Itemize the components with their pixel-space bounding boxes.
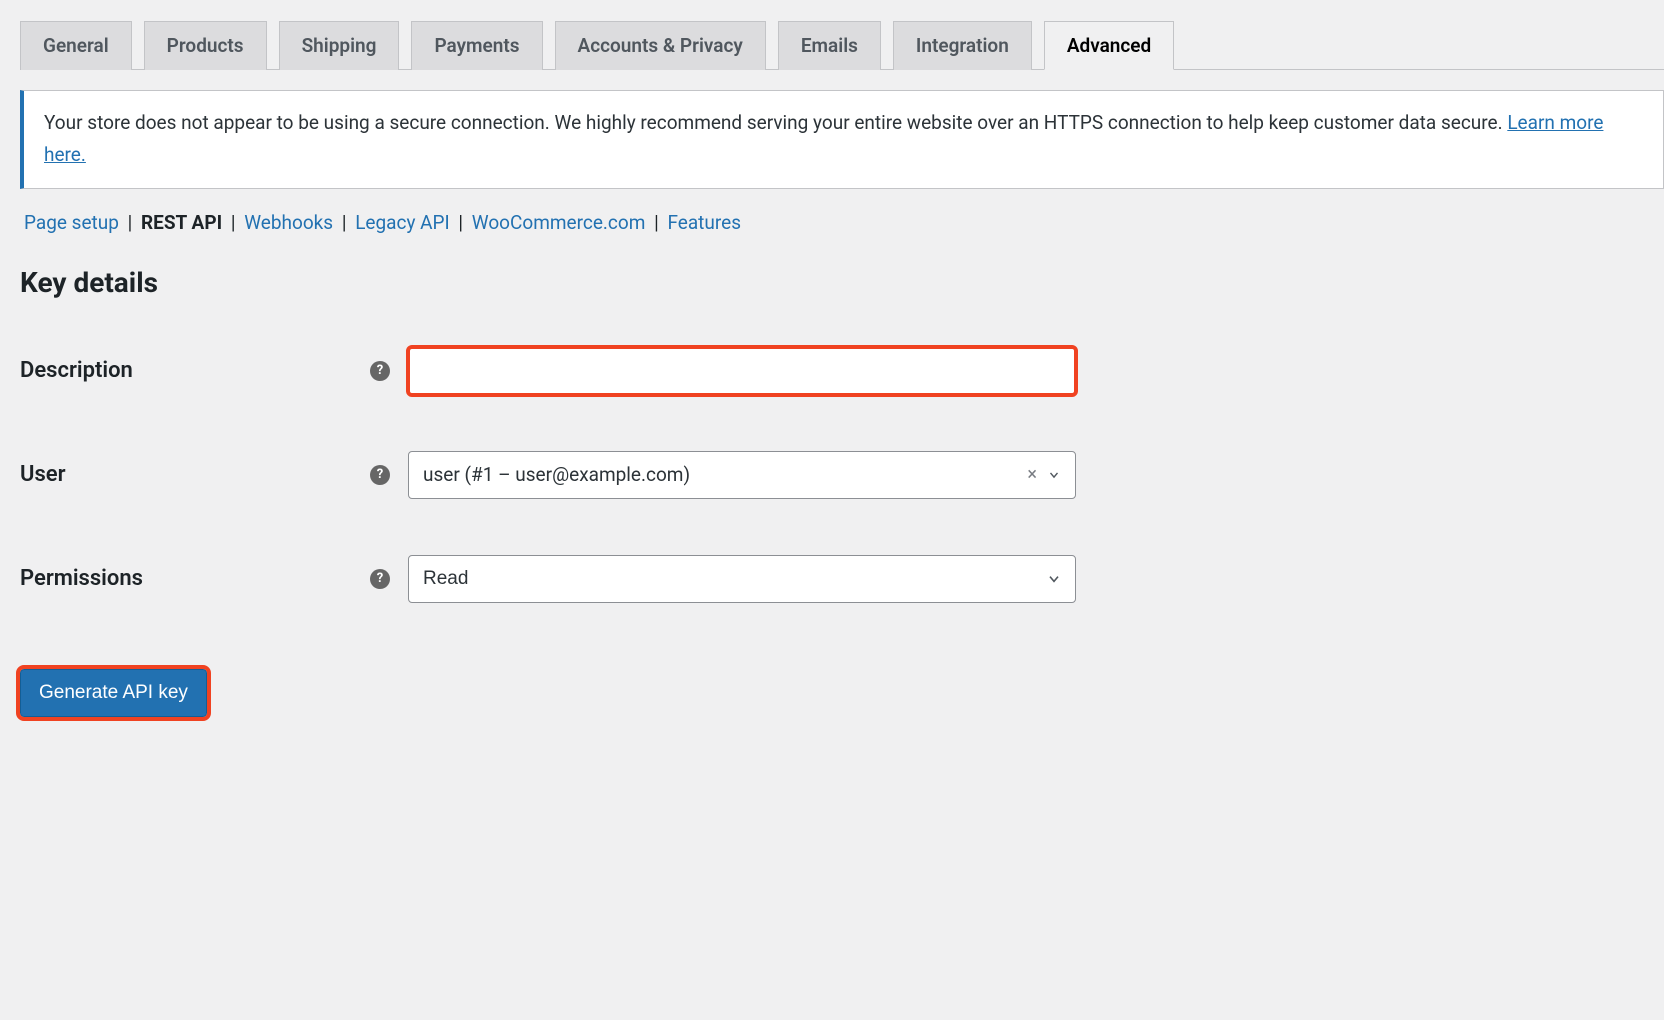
close-icon[interactable]: ×	[1027, 464, 1037, 485]
tab-integration[interactable]: Integration	[893, 21, 1032, 70]
subnav-legacy-api[interactable]: Legacy API	[355, 211, 450, 234]
notice-text: Your store does not appear to be using a…	[44, 111, 1507, 134]
subnav-rest-api[interactable]: REST API	[141, 211, 222, 234]
chevron-down-icon	[1047, 468, 1061, 482]
user-select[interactable]: user (#1 – user@example.com) ×	[408, 451, 1076, 499]
ssl-notice: Your store does not appear to be using a…	[20, 90, 1664, 189]
tab-advanced[interactable]: Advanced	[1044, 21, 1174, 70]
user-select-value: user (#1 – user@example.com)	[423, 463, 690, 486]
help-icon[interactable]: ?	[370, 569, 390, 589]
settings-tabs: General Products Shipping Payments Accou…	[20, 20, 1664, 70]
subnav-page-setup[interactable]: Page setup	[24, 211, 119, 234]
section-title: Key details	[20, 266, 1664, 299]
advanced-subnav: Page setup | REST API | Webhooks | Legac…	[24, 211, 1664, 234]
permissions-label: Permissions	[20, 566, 370, 591]
subnav-woocommerce-com[interactable]: WooCommerce.com	[472, 211, 646, 234]
tab-payments[interactable]: Payments	[411, 21, 542, 70]
permissions-select[interactable]: Read	[408, 555, 1076, 603]
tab-accounts-privacy[interactable]: Accounts & Privacy	[555, 21, 766, 70]
tab-shipping[interactable]: Shipping	[279, 21, 400, 70]
tab-products[interactable]: Products	[144, 21, 267, 70]
generate-api-key-button[interactable]: Generate API key	[20, 669, 207, 717]
help-icon[interactable]: ?	[370, 465, 390, 485]
help-icon[interactable]: ?	[370, 361, 390, 381]
description-input[interactable]	[408, 347, 1076, 395]
tab-general[interactable]: General	[20, 21, 132, 70]
subnav-webhooks[interactable]: Webhooks	[244, 211, 333, 234]
tab-emails[interactable]: Emails	[778, 21, 881, 70]
subnav-features[interactable]: Features	[667, 211, 741, 234]
user-label: User	[20, 462, 370, 487]
description-label: Description	[20, 358, 370, 383]
